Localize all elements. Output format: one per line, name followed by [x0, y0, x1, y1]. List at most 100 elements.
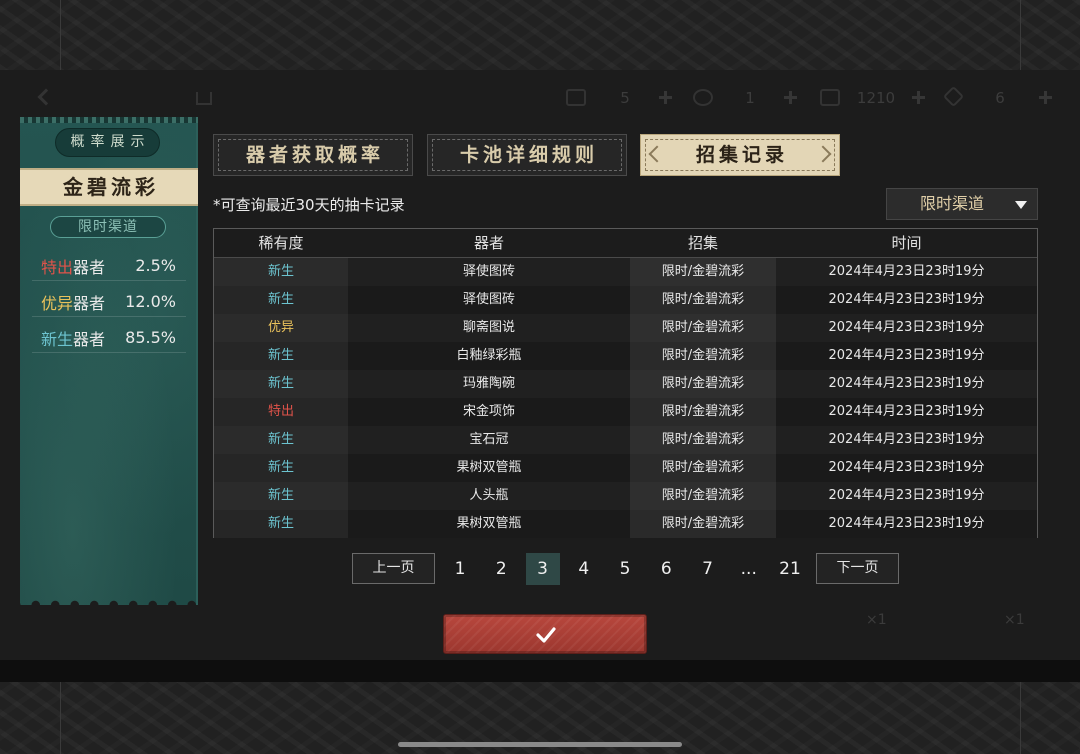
header-time: 时间	[891, 234, 922, 252]
table-row: 新生 人头瓶 限时/金碧流彩 2024年4月23日23时19分	[214, 482, 1037, 510]
confirm-button[interactable]	[443, 614, 647, 654]
tab-pool-rules[interactable]: 卡池详细规则	[427, 134, 627, 176]
cell-rarity: 优异	[214, 314, 348, 342]
top-background	[0, 0, 1080, 70]
channel-badge: 限时渠道	[50, 216, 166, 238]
rate-percent: 12.0%	[125, 292, 176, 311]
header-recruit: 招集	[687, 234, 718, 252]
cell-time: 2024年4月23日23时19分	[776, 426, 1037, 454]
page-number-6[interactable]: 6	[649, 553, 683, 585]
rate-percent: 85.5%	[125, 328, 176, 347]
page-number-4[interactable]: 4	[567, 553, 601, 585]
cell-time: 2024年4月23日23时19分	[776, 258, 1037, 286]
cell-time: 2024年4月23日23时19分	[776, 314, 1037, 342]
decor-line	[1020, 0, 1021, 70]
cell-item: 果树双管瓶	[348, 454, 630, 482]
hud-value: 6	[995, 89, 1005, 107]
header-rarity: 稀有度	[258, 234, 304, 252]
dropdown-value: 限时渠道	[920, 194, 985, 213]
cell-item: 白釉绿彩瓶	[348, 342, 630, 370]
cell-item: 宋金项饰	[348, 398, 630, 426]
table-row: 新生 果树双管瓶 限时/金碧流彩 2024年4月23日23时19分	[214, 510, 1037, 538]
cell-recruit: 限时/金碧流彩	[630, 426, 776, 454]
chevron-right-icon	[814, 145, 832, 163]
next-page-button[interactable]: 下一页	[816, 553, 899, 584]
page-number-5[interactable]: 5	[608, 553, 642, 585]
cell-time: 2024年4月23日23时19分	[776, 398, 1037, 426]
page-number-1[interactable]: 1	[443, 553, 477, 585]
table-row: 新生 果树双管瓶 限时/金碧流彩 2024年4月23日23时19分	[214, 454, 1037, 482]
rarity-label: 优异	[41, 293, 74, 313]
cell-item: 人头瓶	[348, 482, 630, 510]
tab-acquire-probability[interactable]: 器者获取概率	[213, 134, 413, 176]
rarity-suffix: 器者	[73, 329, 106, 349]
decor-line	[1020, 682, 1021, 754]
prev-page-button[interactable]: 上一页	[352, 553, 435, 584]
cell-rarity: 新生	[214, 286, 348, 314]
bottom-stripe	[0, 660, 1080, 682]
table-header: 稀有度 器者 招集 时间	[214, 229, 1037, 258]
cell-recruit: 限时/金碧流彩	[630, 370, 776, 398]
home-indicator[interactable]	[398, 742, 682, 747]
channel-filter-dropdown[interactable]: 限时渠道	[886, 188, 1038, 220]
rate-row: 特出器者 2.5%	[32, 251, 186, 281]
cell-rarity: 新生	[214, 510, 348, 538]
cell-item: 聊斋图说	[348, 314, 630, 342]
record-table-body: 新生 驿使图砖 限时/金碧流彩 2024年4月23日23时19分 新生 驿使图砖 限时/金碧…	[214, 258, 1037, 538]
swirl-icon	[693, 89, 713, 106]
tab-label: 器者获取概率	[245, 144, 384, 166]
card-edge	[20, 117, 198, 123]
cell-rarity: 新生	[214, 482, 348, 510]
cell-time: 2024年4月23日23时19分	[776, 482, 1037, 510]
cell-recruit: 限时/金碧流彩	[630, 510, 776, 538]
plus-icon	[912, 91, 925, 104]
decor-line	[60, 682, 61, 754]
cell-time: 2024年4月23日23时19分	[776, 342, 1037, 370]
rarity-suffix: 器者	[73, 293, 106, 313]
cell-recruit: 限时/金碧流彩	[630, 398, 776, 426]
tab-label: 卡池详细规则	[459, 144, 598, 166]
hud-value: 5	[620, 89, 630, 107]
rarity-label: 特出	[41, 257, 74, 277]
cell-time: 2024年4月23日23时19分	[776, 286, 1037, 314]
header-item: 器者	[473, 234, 504, 252]
page-number-2[interactable]: 2	[484, 553, 518, 585]
table-row: 新生 白釉绿彩瓶 限时/金碧流彩 2024年4月23日23时19分	[214, 342, 1037, 370]
page-numbers: 1 2 3 4 5 6 7... 21	[443, 553, 807, 585]
cell-time: 2024年4月23日23时19分	[776, 454, 1037, 482]
plus-icon	[659, 91, 672, 104]
probability-card: 概率展示 金碧流彩 限时渠道 特出器者 2.5% 优异器者 12.0% 新生器者…	[20, 117, 198, 605]
page-number-7[interactable]: 7	[691, 553, 725, 585]
cell-rarity: 新生	[214, 426, 348, 454]
table-row: 新生 驿使图砖 限时/金碧流彩 2024年4月23日23时19分	[214, 258, 1037, 286]
history-note: *可查询最近30天的抽卡记录	[213, 196, 405, 214]
cell-recruit: 限时/金碧流彩	[630, 286, 776, 314]
cell-recruit: 限时/金碧流彩	[630, 482, 776, 510]
cell-rarity: 新生	[214, 258, 348, 286]
pool-name-banner: 金碧流彩	[20, 168, 198, 206]
cell-item: 宝石冠	[348, 426, 630, 454]
page-number-21[interactable]: 21	[773, 553, 807, 585]
rate-percent: 2.5%	[135, 256, 176, 275]
rarity-suffix: 器者	[73, 257, 106, 277]
cost-count: ×1	[1004, 612, 1025, 628]
tab-label: 招集记录	[695, 144, 788, 166]
decor-line	[60, 0, 61, 70]
cell-item: 果树双管瓶	[348, 510, 630, 538]
cell-item: 驿使图砖	[348, 286, 630, 314]
plus-icon	[784, 91, 797, 104]
rate-row: 优异器者 12.0%	[32, 287, 186, 317]
table-row: 特出 宋金项饰 限时/金碧流彩 2024年4月23日23时19分	[214, 398, 1037, 426]
tab-recruit-history[interactable]: 招集记录	[640, 134, 840, 176]
checkmark-icon	[536, 627, 556, 643]
page-number-3[interactable]: 3	[525, 553, 560, 585]
cell-item: 玛雅陶碗	[348, 370, 630, 398]
ticket-icon	[566, 89, 586, 106]
cell-rarity: 特出	[214, 398, 348, 426]
record-table: 稀有度 器者 招集 时间 新生 驿使图砖 限时/金碧流彩 2024年4月23日23时1…	[213, 228, 1038, 538]
hud-value: 1	[745, 89, 755, 107]
table-row: 新生 驿使图砖 限时/金碧流彩 2024年4月23日23时19分	[214, 286, 1037, 314]
card-perforation	[20, 596, 198, 605]
cell-rarity: 新生	[214, 342, 348, 370]
cell-recruit: 限时/金碧流彩	[630, 342, 776, 370]
